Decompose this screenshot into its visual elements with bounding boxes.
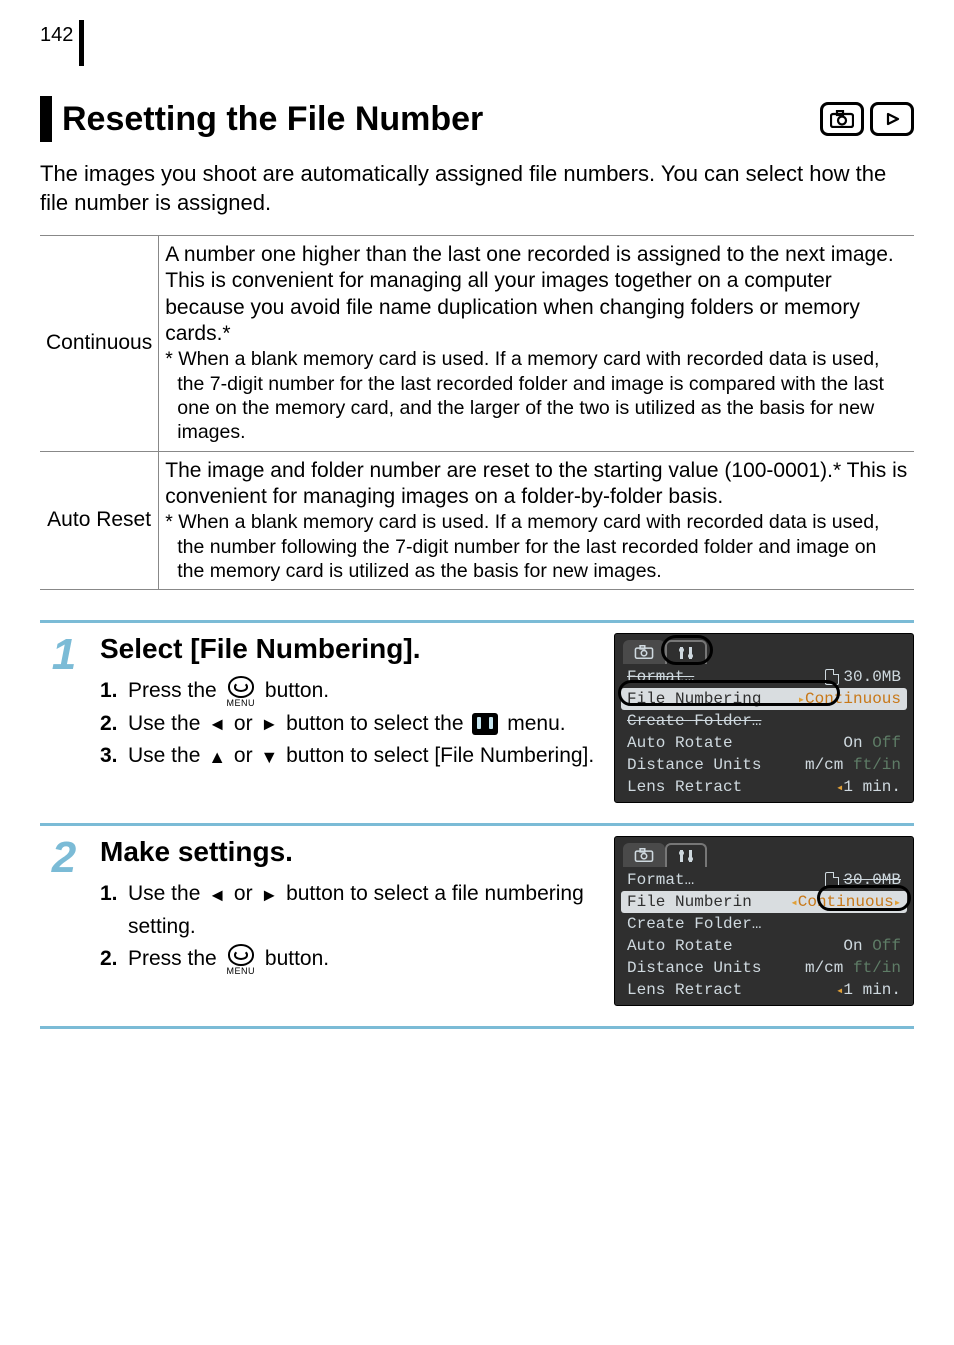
title-accent-bar [40,96,52,142]
row-body-continuous: A number one higher than the last one re… [159,236,914,452]
lcd-row-distance: Distance Units m/cm ft/in [615,754,913,776]
step-title: Make settings. [100,836,602,868]
up-arrow-icon: ▲ [208,748,226,766]
step-item: 2. Press the MENU button. [100,943,602,976]
step-item: 3. Use the ▲ or ▼ button to select [File… [100,740,602,773]
lcd-row-create-folder: Create Folder… [615,710,913,732]
lcd-row-file-numbering: File Numbering ▸Continuous [621,688,907,710]
step-item: 2. Use the ◄ or ► button to select the m… [100,708,602,741]
playback-mode-icon [870,102,914,136]
mode-description-table: Continuous A number one higher than the … [40,235,914,590]
setup-tab-icon [472,713,498,735]
row-head-autoreset: Auto Reset [40,451,159,590]
lcd-row-file-numbering: File Numberin ◂Continuous▸ [621,891,907,913]
step-1: 1 Select [File Numbering]. 1. Press the … [40,620,914,826]
step-item: 1. Press the MENU button. [100,675,602,708]
sd-card-icon [825,872,839,888]
left-arrow-icon: ◄ [208,886,226,904]
intro-paragraph: The images you shoot are automatically a… [40,160,914,217]
lcd-tab-rec [623,640,665,664]
lcd-row-format: Format… 30.0MB [615,666,913,688]
mode-icons [820,102,914,136]
step-number: 2 [40,836,88,1006]
step-instructions: 1. Use the ◄ or ► button to select a fil… [100,878,602,976]
lcd-screenshot-1: Format… 30.0MB File Numbering ▸Continuou… [614,633,914,803]
lcd-row-distance: Distance Units m/cm ft/in [615,957,913,979]
page-title: Resetting the File Number [62,100,483,139]
lcd-row-lens: Lens Retract ◂1 min. [615,979,913,1001]
title-row: Resetting the File Number [40,96,914,142]
step-number: 1 [40,633,88,803]
step-item: 1. Use the ◄ or ► button to select a fil… [100,878,602,943]
lcd-tab-setup [665,640,707,664]
lcd-row-auto-rotate: Auto Rotate On Off [615,732,913,754]
page-number-accent [79,20,84,66]
lcd-row-auto-rotate: Auto Rotate On Off [615,935,913,957]
lcd-row-format: Format… 30.0MB [615,869,913,891]
row-head-continuous: Continuous [40,236,159,452]
step-title: Select [File Numbering]. [100,633,602,665]
table-row: Continuous A number one higher than the … [40,236,914,452]
lcd-tab-rec [623,843,665,867]
menu-button-icon: MENU [227,944,256,976]
left-arrow-icon: ◄ [208,715,226,733]
right-arrow-icon: ► [260,715,278,733]
row-body-autoreset: The image and folder number are reset to… [159,451,914,590]
table-row: Auto Reset The image and folder number a… [40,451,914,590]
sd-card-icon [825,669,839,685]
page-number: 142 [40,20,79,59]
lcd-row-create-folder: Create Folder… [615,913,913,935]
step-instructions: 1. Press the MENU button. 2. Use the ◄ o… [100,675,602,773]
page-number-block: 142 [40,20,914,66]
step-2: 2 Make settings. 1. Use the ◄ or ► butto… [40,826,914,1029]
menu-button-icon: MENU [227,676,256,708]
lcd-screenshot-2: Format… 30.0MB File Numberin ◂Continuous… [614,836,914,1006]
right-arrow-icon: ► [260,886,278,904]
down-arrow-icon: ▼ [260,748,278,766]
camera-mode-icon [820,102,864,136]
lcd-row-lens: Lens Retract ◂1 min. [615,776,913,798]
lcd-tab-setup [665,843,707,867]
